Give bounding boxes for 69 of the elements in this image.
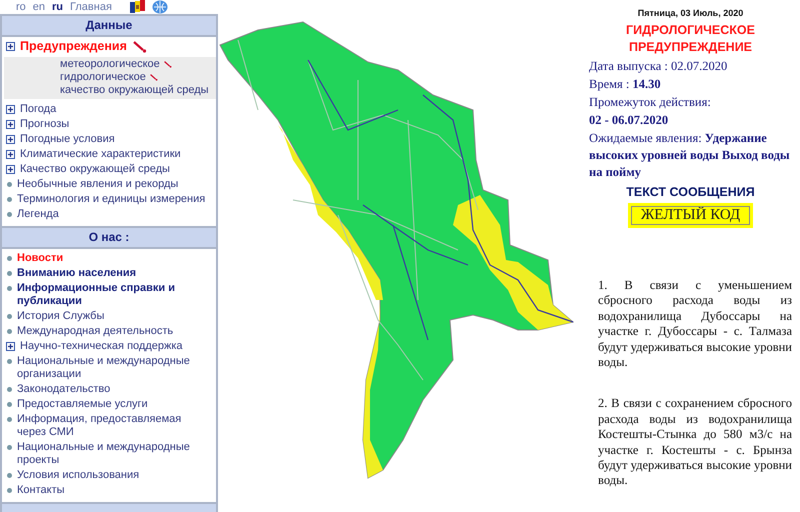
- expand-icon[interactable]: [6, 165, 15, 174]
- menu-link[interactable]: Информация, предоставляемая через СМИ: [17, 413, 207, 439]
- menu-link[interactable]: Национальные и международные организации: [17, 355, 207, 381]
- bullet-icon: [7, 271, 12, 276]
- bullet-icon: [7, 417, 12, 422]
- menu-link[interactable]: Новости: [17, 252, 64, 265]
- menu-link[interactable]: Вниманию населения: [17, 267, 136, 280]
- bullet-icon: [7, 488, 12, 493]
- warning-field: Дата выпуска : 02.07.2020: [589, 58, 792, 75]
- pin-icon: [164, 61, 172, 68]
- expand-icon[interactable]: [6, 42, 15, 51]
- menu-link[interactable]: Терминология и единицы измерения: [17, 193, 206, 206]
- menu-link[interactable]: Контакты: [17, 484, 65, 497]
- message-paragraph: 2. В связи с сохранением сбросного расхода воды из водохранилища Костешты-Стынка до 580 м3/с на участке г. Костешты - с. Брынза будут удерживаться высокие уровни воды.: [598, 396, 792, 489]
- menu-link[interactable]: Прогнозы: [20, 118, 70, 131]
- menu-link[interactable]: Условия использования: [17, 469, 140, 482]
- menu-link[interactable]: История Службы: [17, 310, 104, 323]
- warning-title: ГИДРОЛОГИЧЕСКОЕ ПРЕДУПРЕЖДЕНИЕ: [625, 22, 756, 56]
- language-link[interactable]: ro: [16, 1, 26, 13]
- warning-field: Промежуток действия:: [589, 94, 792, 111]
- section-header: О нас :: [2, 226, 216, 249]
- date-text: Пятница, 03 Июль, 2020: [636, 8, 744, 18]
- warning-field: 02 - 06.07.2020: [589, 112, 792, 129]
- bullet-icon: [7, 445, 12, 450]
- submenu-link[interactable]: метеорологическое: [60, 58, 160, 71]
- menu-link[interactable]: Законодательство: [17, 383, 110, 396]
- bullet-icon: [7, 359, 12, 364]
- expand-icon[interactable]: [6, 135, 15, 144]
- submenu-link[interactable]: гидрологическое: [60, 71, 146, 84]
- language-link[interactable]: en: [32, 1, 46, 13]
- pin-icon: [150, 74, 158, 81]
- bullet-icon: [7, 314, 12, 319]
- warning-field: Время : 14.30: [589, 76, 792, 93]
- menu-link[interactable]: Легенда: [17, 208, 59, 221]
- bullet-icon: [7, 473, 12, 478]
- menu-link[interactable]: Климатические характеристики: [20, 148, 181, 161]
- bullet-icon: [7, 286, 12, 291]
- bullet-icon: [7, 182, 12, 187]
- message-paragraph: 1. В связи с уменьшением сбросного расхода воды из водохранилища Дубоссары на участке г. Дубоссары - с. Талмаза будут удерживаться высокие уровни воды.: [598, 278, 792, 370]
- expand-icon[interactable]: [6, 342, 15, 351]
- expand-icon[interactable]: [6, 120, 15, 129]
- menu-link[interactable]: Международная деятельность: [17, 325, 174, 338]
- menu-link[interactable]: Предупреждения: [20, 40, 127, 53]
- expand-icon[interactable]: [6, 150, 15, 159]
- warning-field: Ожидаемые явления: Удержание высоких уровней воды Выход воды на пойму: [589, 130, 792, 181]
- bullet-icon: [7, 212, 12, 217]
- bullet-icon: [7, 197, 12, 202]
- bullet-icon: [7, 402, 12, 407]
- bullet-icon: [7, 329, 12, 334]
- globe-icon: [152, 0, 168, 14]
- language-link[interactable]: Главная: [70, 1, 112, 13]
- language-link[interactable]: ru: [52, 1, 64, 13]
- menu-link[interactable]: Информационные справки и публикации: [17, 282, 207, 308]
- menu-link[interactable]: Погодные условия: [20, 133, 115, 146]
- bullet-icon: [7, 256, 12, 261]
- menu-link[interactable]: Предоставляемые услуги: [17, 398, 148, 411]
- menu-link[interactable]: Научно-техническая поддержка: [20, 340, 183, 353]
- section-header: Данные: [2, 16, 216, 37]
- menu-link[interactable]: Национальные и международные проекты: [17, 441, 207, 467]
- menu-link[interactable]: Погода: [20, 103, 56, 116]
- message-heading: ТЕКСТ СООБЩЕНИЯ: [625, 185, 756, 199]
- bullet-icon: [7, 387, 12, 392]
- menu-link[interactable]: Необычные явления и рекорды: [17, 178, 178, 191]
- alert-code: ЖЕЛТЫЙ КОД: [628, 203, 754, 228]
- submenu-link[interactable]: качество окружающей среды: [60, 84, 209, 97]
- flag-icon: [128, 0, 145, 14]
- expand-icon[interactable]: [6, 105, 15, 114]
- pin-icon: [132, 40, 147, 52]
- menu-link[interactable]: Качество окружающей среды: [20, 163, 170, 176]
